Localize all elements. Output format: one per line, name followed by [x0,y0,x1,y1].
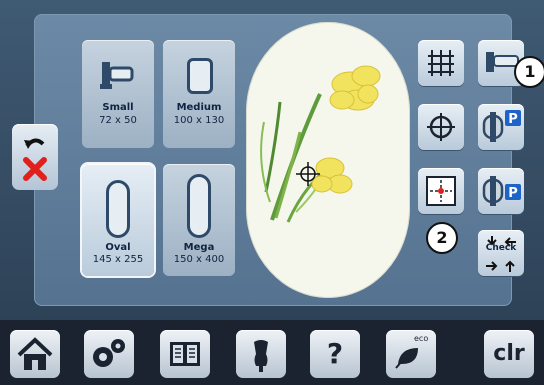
callout-2: 2 [426,222,458,254]
cancel-x-icon [23,157,47,181]
hoop-mega-button[interactable]: Mega 150 x 400 [163,164,235,276]
hoop-size: 72 x 50 [99,115,137,126]
eco-label: eco [414,334,429,343]
center-marker-icon [426,176,456,206]
park-label: P [508,112,518,127]
help-icon: ? [326,337,344,370]
hoop-size: 100 x 130 [173,115,225,126]
check-label: Check [485,243,517,253]
small-hoop-icon [100,62,134,89]
hoop-size: 145 x 255 [92,254,144,265]
clr-label: clr [493,341,525,366]
back-cancel-button[interactable] [12,124,58,190]
hoop-name: Mega [183,242,215,253]
tutorial-button[interactable] [160,330,210,378]
creative-consultant-button[interactable] [236,330,286,378]
hoop-size: 150 x 400 [173,254,225,265]
check-button[interactable]: Check [478,230,524,276]
home-button[interactable] [10,330,60,378]
help-button[interactable]: ? [310,330,360,378]
clear-button[interactable]: clr [484,330,534,378]
screen: Small 72 x 50 Medium 100 x 130 Oval 145 … [0,0,544,320]
grid-icon [428,50,454,76]
hoop-small-button[interactable]: Small 72 x 50 [82,40,154,148]
hoop-medium-button[interactable]: Medium 100 x 130 [163,40,235,148]
park-position-button-1[interactable]: P [478,104,524,150]
hoop-name: Small [102,102,134,113]
flower-design-image [260,65,381,223]
eco-button[interactable]: eco [386,330,436,378]
home-icon [17,337,53,370]
grid-button[interactable] [418,40,464,86]
callout-1: 1 [514,56,544,88]
check-arrows-icon [486,236,516,272]
settings-button[interactable] [84,330,134,378]
mega-hoop-icon [187,174,211,238]
center-button[interactable] [418,104,464,150]
hoop-oval-button[interactable]: Oval 145 x 255 [82,164,154,276]
medium-hoop-icon [187,58,213,94]
eco-icon [395,348,418,369]
dressform-icon [254,340,268,372]
settings-icon [93,339,125,367]
park-hoop-icon: P [482,110,521,142]
book-icon [170,342,200,366]
park-label: P [508,186,518,201]
embroidery-preview[interactable] [246,22,410,298]
bottom-bar: ? eco clr [0,320,544,385]
hoop-name: Oval [105,242,131,253]
crosshair-icon [427,113,455,141]
oval-hoop-icon [106,180,130,238]
hoop-name: Medium [176,102,222,113]
center-marker-button[interactable] [418,168,464,214]
park-hoop-icon: P [482,176,521,206]
park-position-button-2[interactable]: P [478,168,524,214]
back-arrow-icon [23,138,47,181]
